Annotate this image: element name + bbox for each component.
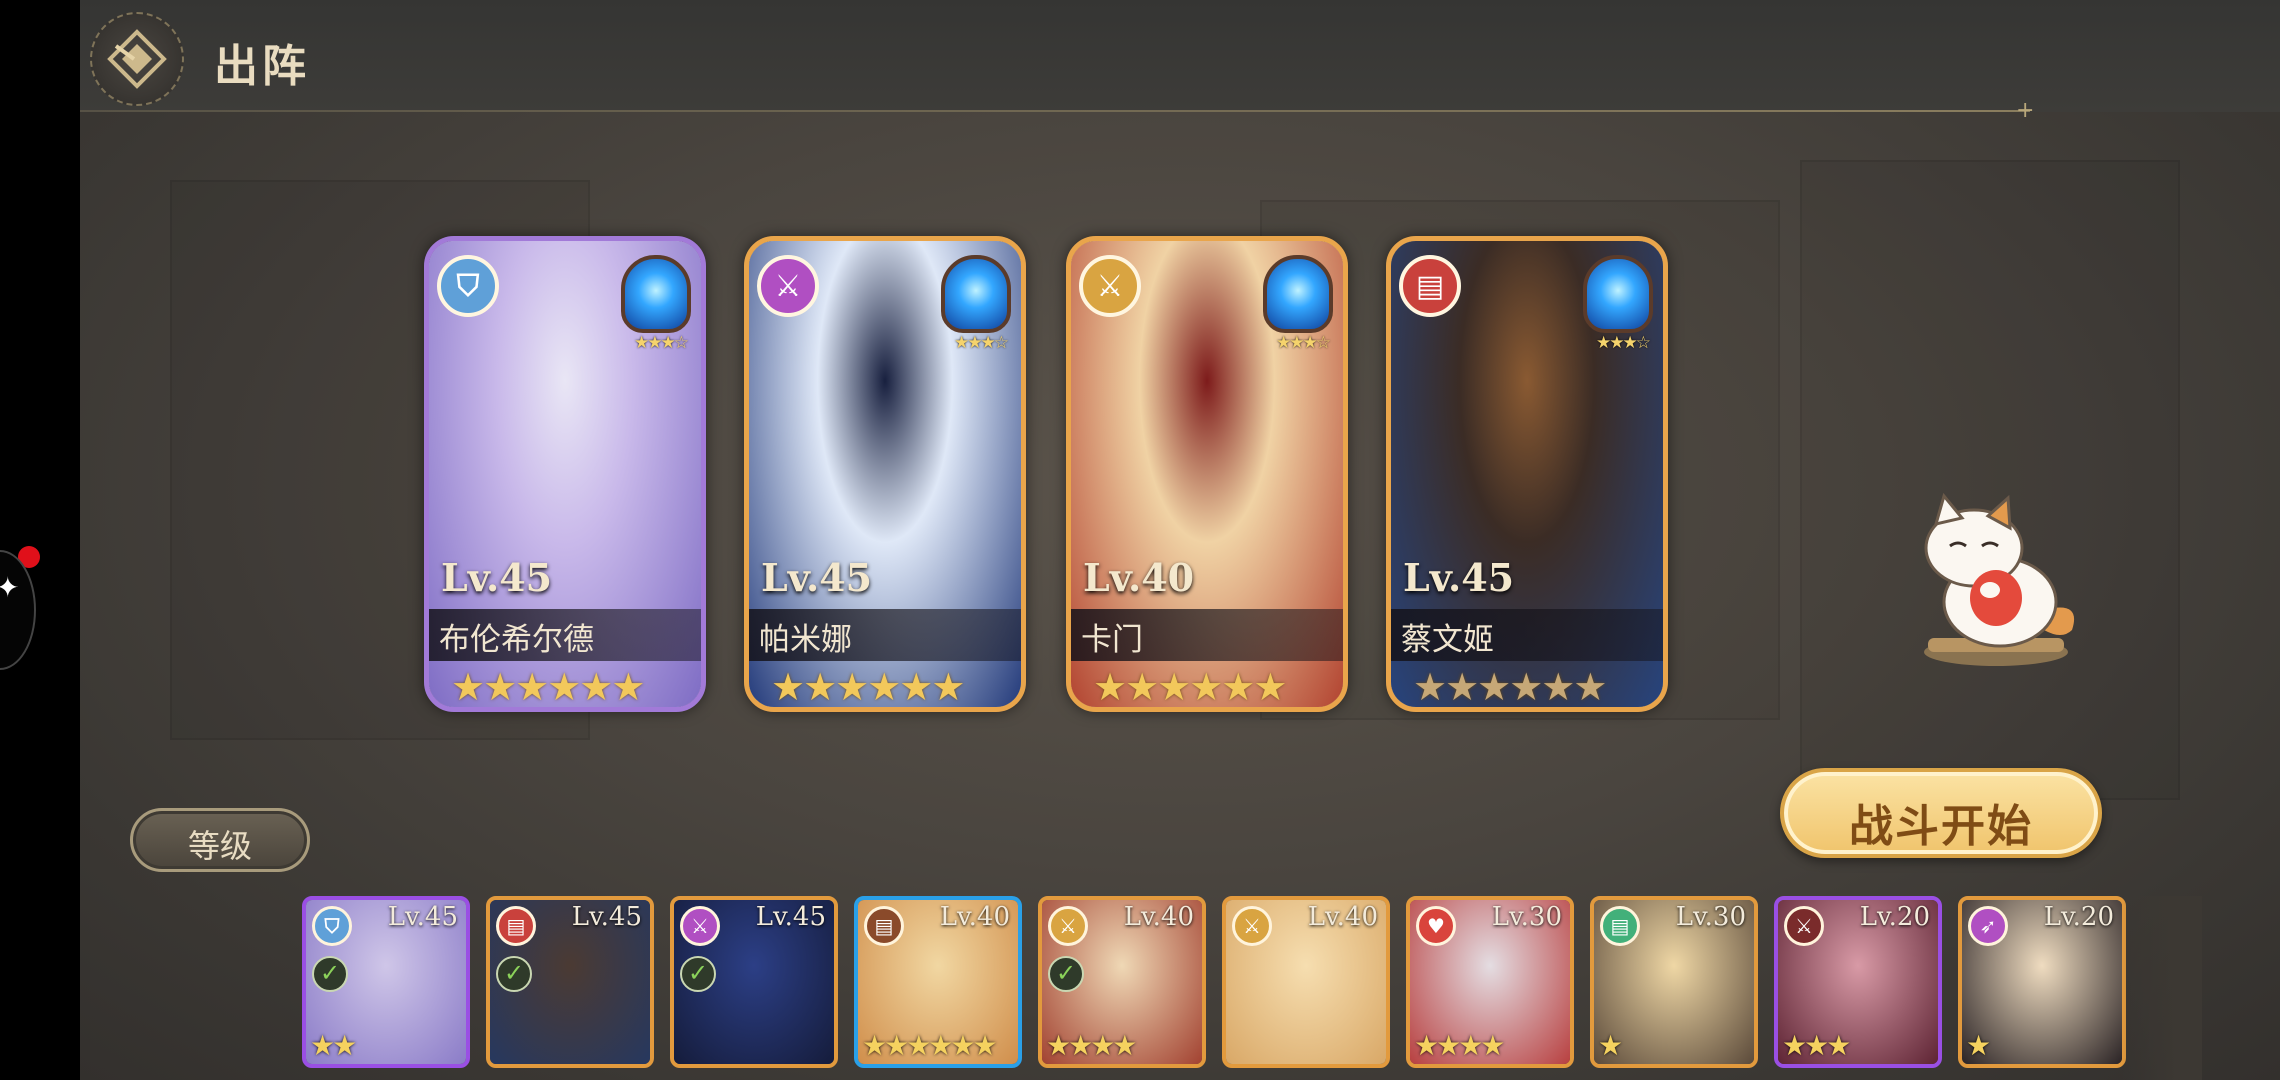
divider-ornament-icon: + [2016,98,2035,123]
character-level: Lv.20 [1859,902,1930,932]
roster-card[interactable]: ⚔ Lv.40 ✓ ★★★★ [1038,896,1206,1068]
book-icon: ▤ [1399,255,1461,317]
team-card[interactable]: ⚔ ★★★☆ Lv.45 帕米娜 ★★★★★★ [744,236,1026,712]
team-card[interactable]: ▤ ★★★☆ Lv.45 蔡文姬 ★★★★★★ [1386,236,1668,712]
selected-check-icon: ✓ [680,956,716,992]
sort-level-button[interactable]: 等级 [130,808,310,872]
sort-label: 等级 [187,827,252,865]
element-gem-icon [1583,255,1653,333]
page-title: 出阵 [214,41,310,92]
roster-card[interactable]: ➶ Lv.20 ★ [1958,896,2126,1068]
character-level: Lv.30 [1675,902,1746,932]
selected-check-icon: ✓ [1048,956,1084,992]
heart-icon: ♥ [1416,906,1456,946]
character-name: 卡门 [1081,622,1143,658]
character-level: Lv.40 [939,902,1010,932]
character-name: 蔡文姬 [1401,622,1494,658]
back-emblem-icon [107,29,167,89]
book-icon: ▤ [1600,906,1640,946]
start-battle-button[interactable]: 战斗开始 [1780,768,2102,858]
selected-check-icon: ✓ [496,956,532,992]
roster-scroll-fade [2122,896,2202,1080]
book-icon: ▤ [496,906,536,946]
character-level: Lv.40 [1123,902,1194,932]
character-level: Lv.45 [387,902,458,932]
star-rating: ★★★★★★ [771,665,965,709]
crossed-swords-icon: ⚔ [1048,906,1088,946]
star-rating: ★★★★ [1414,1029,1505,1062]
star-rating: ★ [1598,1029,1623,1062]
roster-card[interactable]: ⚔ Lv.45 ✓ [670,896,838,1068]
selected-check-icon: ✓ [312,956,348,992]
character-level: Lv.45 [755,902,826,932]
character-level: Lv.40 [1083,555,1195,600]
background-panel [1800,160,2180,800]
crossed-swords-icon: ⚔ [680,906,720,946]
character-level: Lv.45 [761,555,873,600]
roster-card[interactable]: ⛉ Lv.45 ✓ ★★ [302,896,470,1068]
formation-screen: 出阵 + ⛉ ★★★☆ Lv.45 布伦希尔德 ★★★★★★ ⚔ ★★★☆ Lv.45 帕米娜 ★… [80,0,2280,1080]
roster-card[interactable]: ▤ Lv.30 ★ [1590,896,1758,1068]
gem-stars: ★★★☆ [634,333,689,353]
character-level: Lv.45 [1403,555,1515,600]
book-icon: ▤ [864,906,904,946]
star-rating: ★★★★★★ [862,1029,998,1062]
character-name: 帕米娜 [759,622,852,658]
character-level: Lv.40 [1307,902,1378,932]
character-level: Lv.30 [1491,902,1562,932]
back-button[interactable] [90,12,184,106]
gem-stars: ★★★☆ [1276,333,1331,353]
crossed-swords-icon: ⚔ [1079,255,1141,317]
shield-icon: ⛉ [437,255,499,317]
character-roster: ⛉ Lv.45 ✓ ★★ ▤ Lv.45 ✓ ⚔ Lv.45 ✓ ▤ Lv.40 ★★★★★★ ⚔ Lv.4… [302,896,2202,1080]
star-rating: ★★★★★★ [1413,665,1607,709]
element-gem-icon [941,255,1011,333]
crossed-swords-icon: ⚔ [1232,906,1272,946]
roster-card[interactable]: ⚔ Lv.20 ★★★ [1774,896,1942,1068]
roster-card[interactable]: ♥ Lv.30 ★★★★ [1406,896,1574,1068]
start-battle-label: 战斗开始 [1849,801,2033,852]
star-rating: ★★★★ [1046,1029,1137,1062]
star-rating: ★★★★★★ [1093,665,1287,709]
character-level: Lv.20 [2043,902,2114,932]
bow-icon: ➶ [1968,906,2008,946]
star-rating: ★★ [310,1029,357,1062]
header-divider [80,110,2030,112]
element-gem-icon [621,255,691,333]
star-rating: ★ [1966,1029,1991,1062]
roster-card[interactable]: ▤ Lv.45 ✓ [486,896,654,1068]
cat-mascot[interactable] [1904,490,2084,680]
crossed-swords-icon: ⚔ [757,255,819,317]
roster-card[interactable]: ▤ Lv.40 ★★★★★★ [854,896,1022,1068]
character-level: Lv.45 [441,555,553,600]
gem-stars: ★★★☆ [1596,333,1651,353]
star-rating: ★★★ [1782,1029,1851,1062]
gem-stars: ★★★☆ [954,333,1009,353]
team-card[interactable]: ⚔ ★★★☆ Lv.40 卡门 ★★★★★★ [1066,236,1348,712]
element-gem-icon [1263,255,1333,333]
left-edge-strip: ✦ [0,0,80,1080]
character-name: 布伦希尔德 [439,622,594,658]
crossed-swords-icon: ⚔ [1784,906,1824,946]
header-bar: 出阵 [80,0,2280,112]
star-rating: ★★★★★★ [451,665,645,709]
shield-icon: ⛉ [312,906,352,946]
roster-card[interactable]: ⚔ Lv.40 [1222,896,1390,1068]
floating-assistant-handle[interactable] [0,550,36,670]
sparkle-icon: ✦ [0,571,20,604]
team-card[interactable]: ⛉ ★★★☆ Lv.45 布伦希尔德 ★★★★★★ [424,236,706,712]
character-level: Lv.45 [571,902,642,932]
